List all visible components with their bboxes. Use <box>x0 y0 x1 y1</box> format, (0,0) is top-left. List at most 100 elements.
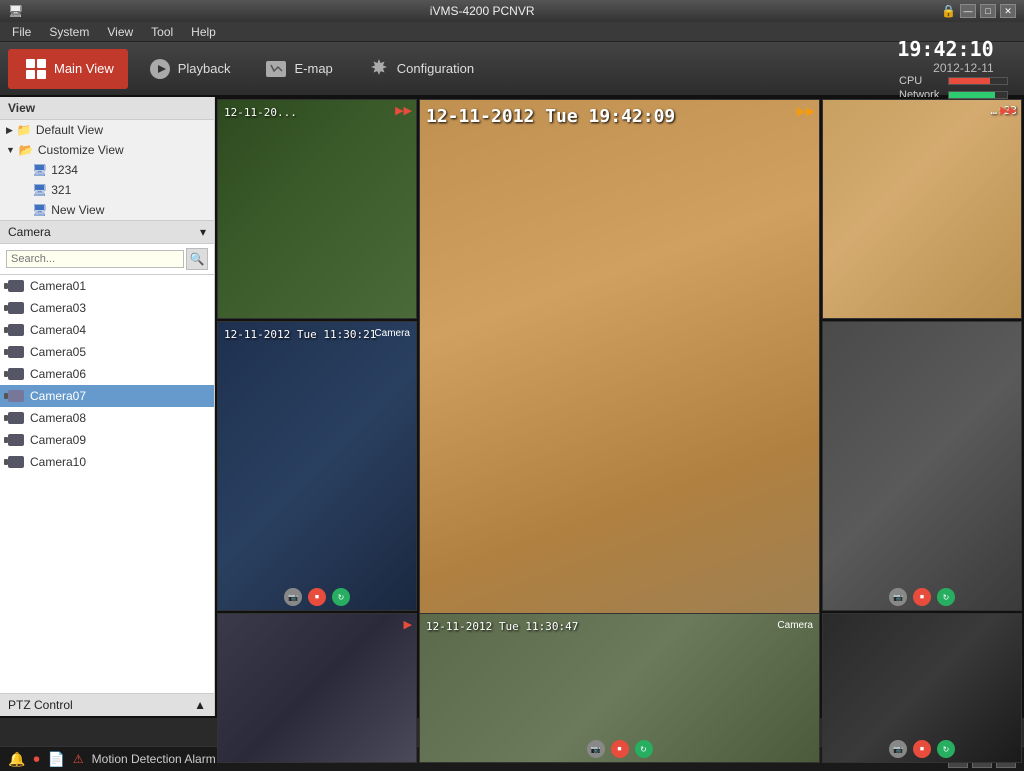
alert-icon-3a: ▶▶ <box>1000 104 1017 117</box>
minimize-button[interactable]: — <box>960 4 976 18</box>
snapshot-btn-4[interactable]: 📷 <box>284 588 302 606</box>
main-area: View ▶ 📁 Default View ▼ 📂 Customize View… <box>0 97 1024 716</box>
play-btn-4[interactable]: ↻ <box>332 588 350 606</box>
video-cell-8[interactable]: 12-11-2012 Tue 11:30:47 Camera 📷 ⏹ ↻ <box>419 613 820 763</box>
snapshot-btn-6[interactable]: 📷 <box>889 588 907 606</box>
view-icon-new: 🖥 <box>32 203 47 217</box>
folder-open-icon: 📂 <box>19 143 34 157</box>
camera-06-label: Camera06 <box>30 367 86 381</box>
menu-view[interactable]: View <box>99 23 141 41</box>
alert-icons-3: ▶▶ <box>1000 104 1017 117</box>
camera-icon-08 <box>8 412 24 424</box>
cam-controls-4: 📷 ⏹ ↻ <box>284 588 350 606</box>
camera-section-arrow: ▾ <box>200 225 206 239</box>
stop-btn-6[interactable]: ⏹ <box>913 588 931 606</box>
camera-icon-07 <box>8 390 24 402</box>
window-controls: 🔒 — □ ✕ <box>941 4 1016 18</box>
camera-03-label: Camera03 <box>30 301 86 315</box>
video-cell-7[interactable]: ▶ <box>217 613 417 763</box>
camera-section-title: Camera <box>8 225 51 239</box>
camera-item-09[interactable]: Camera09 <box>0 429 214 451</box>
tree-item-321[interactable]: 🖥 321 <box>0 180 214 200</box>
video-cell-6[interactable]: 📷 ⏹ ↻ <box>822 321 1022 611</box>
configuration-button[interactable]: Configuration <box>351 49 488 89</box>
view-icon-1234: 🖥 <box>32 163 47 177</box>
search-input[interactable] <box>6 250 184 268</box>
menu-system[interactable]: System <box>41 23 97 41</box>
folder-icon: 📁 <box>17 123 32 137</box>
video-cell-1[interactable]: 12-11-20... ▶▶ <box>217 99 417 319</box>
app-title: iVMS-4200 PCNVR <box>430 4 535 18</box>
camera-08-label: Camera08 <box>30 411 86 425</box>
camera-icon-05 <box>8 346 24 358</box>
view-321-label: 321 <box>51 183 71 197</box>
record-icon: ⏺ <box>33 752 39 767</box>
camera-05-label: Camera05 <box>30 345 86 359</box>
camera-01-label: Camera01 <box>30 279 86 293</box>
play-btn-9[interactable]: ↻ <box>937 740 955 758</box>
camera-07-label: Camera07 <box>30 389 86 403</box>
camera-item-01[interactable]: Camera01 <box>0 275 214 297</box>
timestamp-4: 12-11-2012 Tue 11:30:21 <box>224 328 376 341</box>
main-view-label: Main View <box>54 61 114 76</box>
emap-label: E-map <box>294 61 332 76</box>
camera-item-05[interactable]: Camera05 <box>0 341 214 363</box>
ptz-section: PTZ Control ▲ <box>0 693 214 716</box>
cpu-label: CPU <box>899 75 944 87</box>
tree-item-1234[interactable]: 🖥 1234 <box>0 160 214 180</box>
configuration-icon <box>365 55 393 83</box>
lock-icon: 🔒 <box>941 4 956 18</box>
video-cell-3[interactable]: …:23 ▶▶ <box>822 99 1022 319</box>
video-feed-6 <box>823 322 1021 610</box>
alert-icons-1: ▶▶ <box>395 104 412 117</box>
playback-button[interactable]: Playback <box>132 49 245 89</box>
video-cell-9[interactable]: 📷 ⏹ ↻ <box>822 613 1022 763</box>
video-feed-7 <box>218 614 416 762</box>
emap-button[interactable]: E-map <box>248 49 346 89</box>
alert-icon-5a: ▶▶ <box>797 104 815 118</box>
main-view-button[interactable]: Main View <box>8 49 128 89</box>
timestamp-8: 12-11-2012 Tue 11:30:47 <box>426 620 578 633</box>
camera-item-04[interactable]: Camera04 <box>0 319 214 341</box>
view-icon-321: 🖥 <box>32 183 47 197</box>
view-1234-label: 1234 <box>51 163 78 177</box>
menu-help[interactable]: Help <box>183 23 224 41</box>
camera-section: Camera ▾ 🔍 Camera01 Camera03 Camera04 <box>0 221 214 693</box>
play-btn-8[interactable]: ↻ <box>635 740 653 758</box>
snapshot-btn-9[interactable]: 📷 <box>889 740 907 758</box>
close-button[interactable]: ✕ <box>1000 4 1016 18</box>
bell-icon: 🔔 <box>8 751 25 768</box>
stop-btn-4[interactable]: ⏹ <box>308 588 326 606</box>
snapshot-btn-8[interactable]: 📷 <box>587 740 605 758</box>
play-btn-6[interactable]: ↻ <box>937 588 955 606</box>
tree-item-new-view[interactable]: 🖥 New View <box>0 200 214 220</box>
stop-btn-8[interactable]: ⏹ <box>611 740 629 758</box>
camera-item-06[interactable]: Camera06 <box>0 363 214 385</box>
sidebar: View ▶ 📁 Default View ▼ 📂 Customize View… <box>0 97 215 716</box>
maximize-button[interactable]: □ <box>980 4 996 18</box>
video-cell-4[interactable]: 12-11-2012 Tue 11:30:21 Camera 📷 ⏹ ↻ <box>217 321 417 611</box>
tree-item-customize-view[interactable]: ▼ 📂 Customize View <box>0 140 214 160</box>
tree-item-default-view[interactable]: ▶ 📁 Default View <box>0 120 214 140</box>
camera-item-10[interactable]: Camera10 <box>0 451 214 473</box>
camera-list: Camera01 Camera03 Camera04 Camera05 Came… <box>0 275 214 693</box>
search-button[interactable]: 🔍 <box>186 248 208 270</box>
cam-controls-9: 📷 ⏹ ↻ <box>889 740 955 758</box>
stop-btn-9[interactable]: ⏹ <box>913 740 931 758</box>
menu-tool[interactable]: Tool <box>143 23 181 41</box>
ptz-header[interactable]: PTZ Control ▲ <box>0 694 214 716</box>
new-view-label: New View <box>51 203 104 217</box>
view-section-header: View <box>0 97 214 120</box>
ptz-arrow: ▲ <box>194 698 206 712</box>
camera-icon-04 <box>8 324 24 336</box>
alert-icon: ⚠ <box>73 752 84 766</box>
video-feed-4 <box>218 322 416 610</box>
clock-time: 19:42:10 <box>897 37 993 61</box>
emap-icon <box>262 55 290 83</box>
camera-item-07[interactable]: Camera07 <box>0 385 214 407</box>
main-view-icon <box>22 55 50 83</box>
menu-file[interactable]: File <box>4 23 39 41</box>
camera-item-03[interactable]: Camera03 <box>0 297 214 319</box>
camera-item-08[interactable]: Camera08 <box>0 407 214 429</box>
menubar: File System View Tool Help <box>0 22 1024 42</box>
